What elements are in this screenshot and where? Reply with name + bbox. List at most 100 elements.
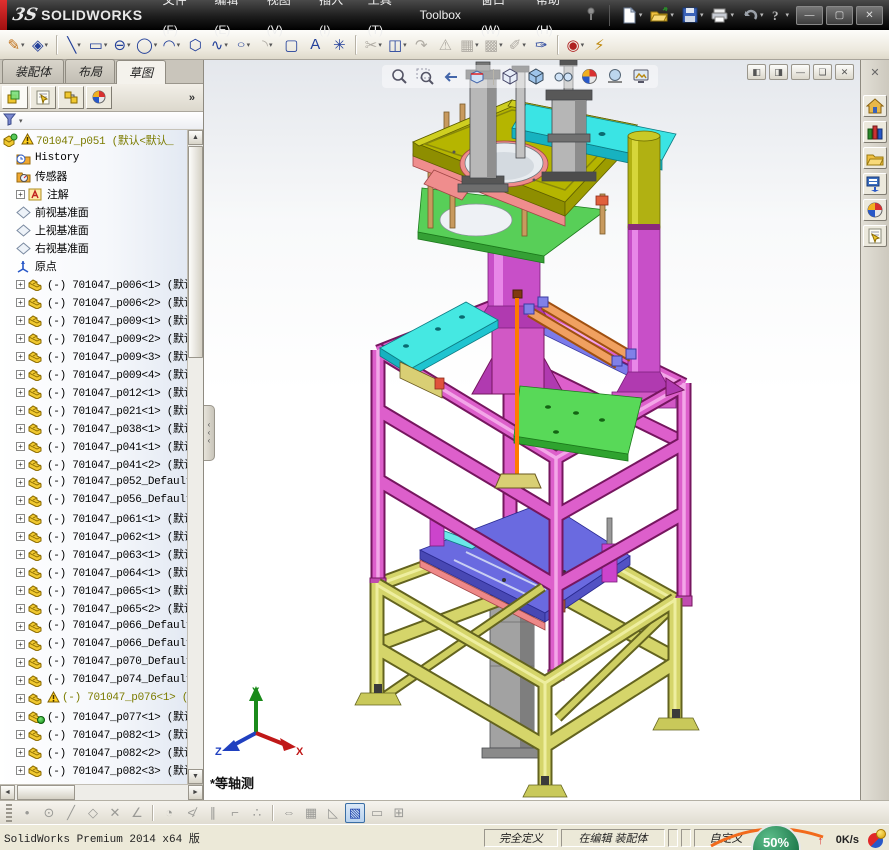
toolbar-icon[interactable]	[56, 34, 58, 55]
snap-point-icon[interactable]: •	[17, 803, 37, 823]
move-component-icon[interactable]: ↷	[410, 33, 432, 57]
display-style-icon[interactable]	[524, 66, 548, 87]
expand-icon[interactable]: +	[16, 765, 25, 775]
child-close-icon[interactable]: ✕	[835, 64, 854, 80]
tree-item[interactable]: + History	[0, 149, 187, 167]
zoom-area-icon[interactable]	[413, 66, 437, 87]
toolbar-icon[interactable]	[152, 804, 154, 821]
snap-perpendicular-icon[interactable]: ⌐	[225, 803, 245, 823]
text-icon[interactable]: A	[304, 33, 326, 57]
tree-item[interactable]: + (-) 701047_p038<1> (默认	[0, 419, 187, 437]
tree-item[interactable]: + 前视基准面	[0, 203, 187, 221]
child-restore-icon[interactable]: ❏	[813, 64, 832, 80]
expand-icon[interactable]: +	[16, 423, 25, 433]
scroll-thumb[interactable]	[188, 146, 203, 358]
expand-icon[interactable]: +	[16, 351, 25, 361]
filter-funnel-icon[interactable]	[2, 113, 17, 129]
toolbar-icon[interactable]	[557, 34, 560, 55]
design-table-icon[interactable]: ⊞	[389, 803, 409, 823]
edit-appearance-icon[interactable]	[578, 66, 601, 87]
tree-item[interactable]: + (-) 701047_p07	[0, 671, 187, 689]
tree-item[interactable]: + (-) 701047_p00	[0, 293, 187, 311]
tree-item[interactable]: + (-) 701047_p00	[0, 329, 187, 347]
tree-item[interactable]: + (-) 701047_p05	[0, 491, 187, 509]
close-icon[interactable]: ✕	[870, 66, 879, 79]
expand-icon[interactable]: +	[16, 459, 25, 469]
file-explorer-icon[interactable]	[863, 147, 887, 169]
tree-vertical-scrollbar[interactable]: ▲ ▼	[187, 130, 203, 784]
tree-item[interactable]: + (-) 701047_p04	[0, 437, 187, 455]
design-library-icon[interactable]	[863, 121, 887, 143]
polygon-icon[interactable]: ⬡	[184, 33, 206, 57]
configuration-manager-icon[interactable]	[58, 86, 84, 109]
tree-item[interactable]: + (-) 701047_p04	[0, 455, 187, 473]
corner-rectangle-icon[interactable]: ▭	[87, 33, 109, 57]
convert-entities-icon[interactable]: ▢	[280, 33, 302, 57]
tree-horizontal-scrollbar[interactable]: ◄ ►	[0, 784, 203, 800]
simulation-icon[interactable]: ⚡	[588, 33, 610, 57]
smart-dimension-icon[interactable]: ◈	[29, 33, 51, 57]
grid-settings-icon[interactable]: ▦	[301, 803, 321, 823]
open-icon[interactable]: ▾	[647, 5, 677, 25]
graphics-viewport[interactable]: ◧ ◨ — ❏ ✕ ‹ ‹ ‹ Y Z X *等轴测	[204, 60, 860, 800]
scroll-right-icon[interactable]: ►	[188, 785, 203, 800]
expand-icon[interactable]: +	[16, 567, 25, 577]
expand-icon[interactable]: +	[16, 531, 25, 541]
snap-midpoint-icon[interactable]: ◇	[83, 803, 103, 823]
tree-item[interactable]: + (-) 701047_p08	[0, 761, 187, 779]
expand-icon[interactable]: +	[16, 639, 25, 649]
ellipse-icon[interactable]: ○	[232, 33, 254, 57]
snap-points-icon[interactable]: ∴	[247, 803, 267, 823]
expand-icon[interactable]: +	[16, 549, 25, 559]
tree-item[interactable]: + (-) 701047_p06	[0, 617, 187, 635]
tree-item[interactable]: + 上视基准面	[0, 221, 187, 239]
pane-left-icon[interactable]: ◧	[747, 64, 766, 80]
sketch-fillet-icon[interactable]: ◝	[256, 33, 278, 57]
tree-item[interactable]: + 传感器	[0, 167, 187, 185]
snap-intersection-icon[interactable]: ✕	[105, 803, 125, 823]
view-settings-icon[interactable]	[629, 66, 653, 87]
tree-item[interactable]: + (-) 701047_p06	[0, 527, 187, 545]
expand-icon[interactable]: +	[16, 747, 25, 757]
expand-icon[interactable]: +	[16, 333, 25, 343]
expand-icon[interactable]: +	[16, 477, 25, 487]
toolbar-drag-handle[interactable]	[6, 803, 12, 822]
toolbar-icon[interactable]	[355, 34, 358, 55]
help-icon[interactable]: ? ▾	[768, 6, 792, 24]
property-manager-icon[interactable]	[30, 86, 56, 109]
expand-icon[interactable]: +	[16, 603, 25, 613]
expand-icon[interactable]: +	[16, 189, 25, 199]
expand-icon[interactable]: +	[16, 441, 25, 451]
window-minimize-button[interactable]: —	[796, 5, 823, 25]
menu-item[interactable]: Toolbox	[410, 0, 471, 30]
display-manager-icon[interactable]	[86, 86, 112, 109]
apply-scene-icon[interactable]	[603, 66, 627, 87]
custom-properties-icon[interactable]	[863, 225, 887, 247]
snap-angle-icon[interactable]: ∠	[127, 803, 147, 823]
feature-manager-tree-icon[interactable]	[2, 86, 28, 109]
straight-slot-icon[interactable]: ⊖	[111, 33, 133, 57]
tree-item[interactable]: + 注解	[0, 185, 187, 203]
centerpoint-arc-icon[interactable]: ◠	[160, 33, 182, 57]
expand-icon[interactable]: +	[16, 405, 25, 415]
expand-icon[interactable]: +	[16, 711, 25, 721]
tree-item[interactable]: + 701047_p051 (	[0, 131, 187, 149]
instant3d-icon[interactable]: ✐	[506, 33, 528, 57]
tree-item[interactable]: + (-) 701047_p06	[0, 545, 187, 563]
reference-geometry-icon[interactable]: ✑	[530, 33, 552, 57]
snap-parallel-icon[interactable]: ∥	[203, 803, 223, 823]
expand-icon[interactable]: +	[16, 693, 25, 703]
tree-item[interactable]: + (-) 701047_p012<1> (默认	[0, 383, 187, 401]
tree-item[interactable]: + (-) 701047_p07	[0, 653, 187, 671]
tree-item[interactable]: + (-) 701047_p06	[0, 509, 187, 527]
home-icon[interactable]	[863, 95, 887, 117]
view-palette-icon[interactable]	[863, 173, 887, 195]
tree-item[interactable]: + (-) 701047_p00	[0, 311, 187, 329]
tree-item[interactable]: + (-) 701047_p06	[0, 599, 187, 617]
component-pattern-icon[interactable]: ▩	[482, 33, 504, 57]
line-icon[interactable]: ╲	[63, 33, 85, 57]
section-view-icon[interactable]	[465, 66, 489, 87]
overlay-ball-icon[interactable]	[868, 829, 886, 848]
tree-item[interactable]: + (-) 701047_p00	[0, 347, 187, 365]
tree-item[interactable]: + (-) 701047_p08	[0, 725, 187, 743]
